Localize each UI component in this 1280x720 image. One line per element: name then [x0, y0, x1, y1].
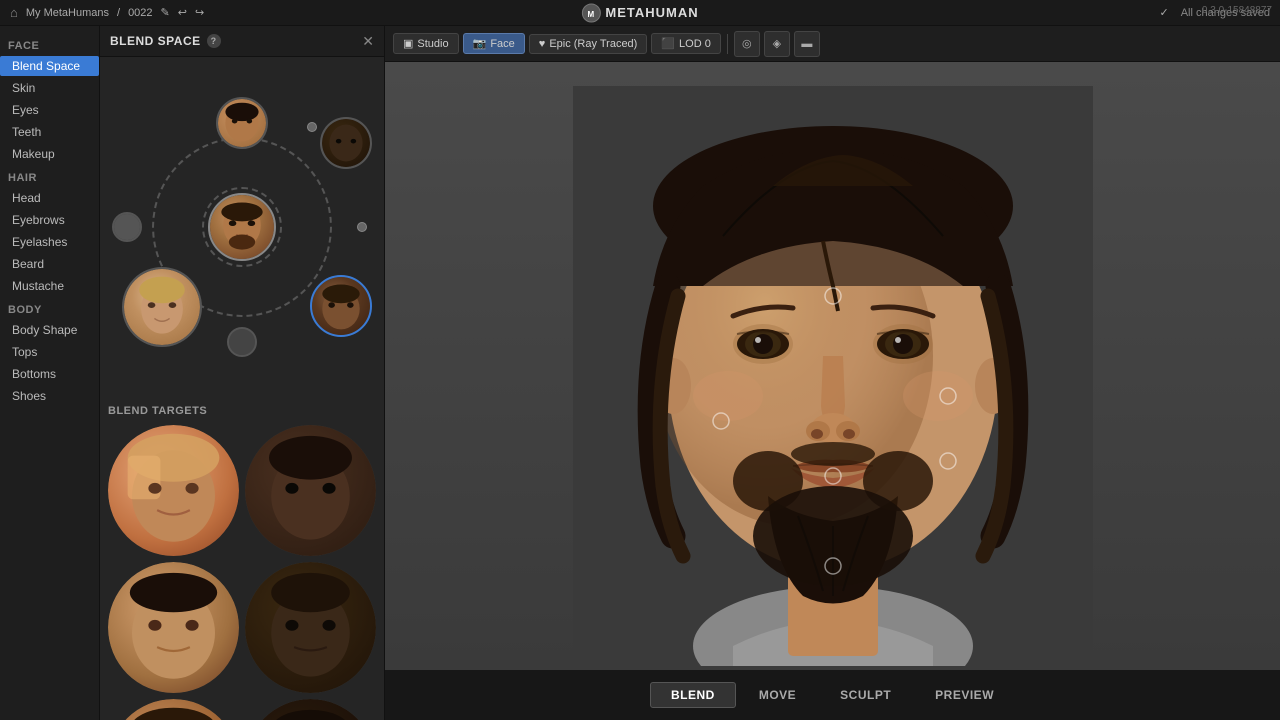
targets-grid: [108, 425, 376, 720]
project-name: My MetaHumans: [26, 7, 109, 19]
project-number: 0022: [128, 7, 152, 19]
nav-body-shape[interactable]: Body Shape: [0, 320, 99, 340]
face-section-label: FACE: [0, 34, 99, 54]
blend-avatar-bottom-left[interactable]: [122, 267, 202, 347]
target-face-6: [245, 699, 376, 720]
blend-space-area[interactable]: [100, 57, 384, 397]
viewport-toolbar: ▣ Studio 📷 Face ♥ Epic (Ray Traced) ⬛ LO…: [385, 26, 1280, 62]
left-sidebar: FACE Blend Space Skin Eyes Teeth Makeup …: [0, 26, 100, 720]
app-logo: M METAHUMAN: [581, 3, 698, 23]
nav-head[interactable]: Head: [0, 188, 99, 208]
hair-section-label: HAIR: [0, 166, 99, 186]
studio-label: Studio: [417, 38, 448, 50]
nav-tops[interactable]: Tops: [0, 342, 99, 362]
face-top: [218, 99, 266, 147]
top-bar-right: ✓ All changes saved 0.3.0-15848877: [1160, 6, 1271, 19]
lighting-btn-2[interactable]: ◈: [764, 31, 790, 57]
lod-button[interactable]: ⬛ LOD 0: [651, 33, 721, 54]
target-avatar-3[interactable]: [108, 562, 239, 693]
redo-icon[interactable]: ↪: [195, 6, 204, 19]
blend-avatar-left[interactable]: [112, 212, 142, 242]
target-avatar-2[interactable]: [245, 425, 376, 556]
nav-eyebrows[interactable]: Eyebrows: [0, 210, 99, 230]
nav-teeth[interactable]: Teeth: [0, 122, 99, 142]
app-name: METAHUMAN: [605, 5, 698, 20]
close-button[interactable]: ✕: [362, 34, 374, 48]
lighting-button[interactable]: ♥ Epic (Ray Traced): [529, 34, 648, 54]
blend-avatar-right-top[interactable]: [320, 117, 372, 169]
target-face-3: [108, 562, 239, 693]
nav-eyelashes[interactable]: Eyelashes: [0, 232, 99, 252]
home-icon[interactable]: ⌂: [10, 5, 18, 20]
panel-title: BLEND SPACE: [110, 34, 201, 48]
face-label: Face: [490, 38, 514, 50]
mode-toolbar: BLEND MOVE SCULPT PREVIEW: [385, 670, 1280, 720]
blend-targets-section: BLEND TARGETS: [100, 397, 384, 720]
main-layout: FACE Blend Space Skin Eyes Teeth Makeup …: [0, 26, 1280, 720]
blend-dot-top-right: [307, 122, 317, 132]
meta-logo-icon: M: [581, 3, 601, 23]
face-right-top: [322, 119, 370, 167]
nav-makeup[interactable]: Makeup: [0, 144, 99, 164]
face-bottom-left: [124, 269, 200, 345]
studio-button[interactable]: ▣ Studio: [393, 33, 459, 54]
target-face-5: [108, 699, 239, 720]
blend-panel: BLEND SPACE ? ✕: [100, 26, 385, 720]
target-avatar-4[interactable]: [245, 562, 376, 693]
separator: /: [117, 7, 120, 19]
top-bar-left: ⌂ My MetaHumans / 0022 ✎ ↩ ↪: [10, 5, 204, 20]
face-bottom-right: [312, 277, 370, 335]
blend-targets-label: BLEND TARGETS: [108, 405, 376, 417]
undo-icon[interactable]: ↩: [178, 6, 187, 19]
lod-label: LOD 0: [679, 38, 711, 50]
panel-title-row: BLEND SPACE ?: [110, 34, 221, 48]
character-face: [573, 86, 1093, 646]
version: 0.3.0-15848877: [1202, 5, 1272, 16]
heart-icon: ♥: [539, 38, 546, 50]
lighting-btn-1[interactable]: ◎: [734, 31, 760, 57]
blend-avatar-top[interactable]: [216, 97, 268, 149]
lighting-btn-3[interactable]: ▬: [794, 31, 820, 57]
blend-circle[interactable]: [122, 107, 362, 347]
target-avatar-6[interactable]: [245, 699, 376, 720]
nav-blend-space[interactable]: Blend Space: [0, 56, 99, 76]
lod-icon: ⬛: [661, 37, 675, 50]
nav-shoes[interactable]: Shoes: [0, 386, 99, 406]
blend-mode-button[interactable]: BLEND: [650, 682, 736, 708]
face-svg: [573, 86, 1093, 666]
target-face-4: [245, 562, 376, 693]
toolbar-sep-1: [727, 34, 728, 54]
nav-mustache[interactable]: Mustache: [0, 276, 99, 296]
target-avatar-5[interactable]: [108, 699, 239, 720]
sculpt-mode-button[interactable]: SCULPT: [819, 682, 912, 708]
viewport-3d[interactable]: [385, 62, 1280, 670]
nav-eyes[interactable]: Eyes: [0, 100, 99, 120]
camera-icon: 📷: [473, 37, 487, 50]
move-mode-button[interactable]: MOVE: [738, 682, 817, 708]
studio-icon: ▣: [403, 37, 413, 50]
blend-avatar-center[interactable]: [208, 193, 276, 261]
body-section-label: BODY: [0, 298, 99, 318]
face-button[interactable]: 📷 Face: [463, 33, 525, 54]
target-avatar-1[interactable]: [108, 425, 239, 556]
check-icon: ✓: [1160, 6, 1169, 19]
blend-dot-right: [357, 222, 367, 232]
blend-avatar-bottom-right[interactable]: [310, 275, 372, 337]
nav-bottoms[interactable]: Bottoms: [0, 364, 99, 384]
blend-avatar-bottom[interactable]: [227, 327, 257, 357]
nav-beard[interactable]: Beard: [0, 254, 99, 274]
edit-icon[interactable]: ✎: [161, 6, 170, 19]
preview-mode-button[interactable]: PREVIEW: [914, 682, 1015, 708]
face-asian: [210, 195, 274, 259]
top-bar: ⌂ My MetaHumans / 0022 ✎ ↩ ↪ M METAHUMAN…: [0, 0, 1280, 26]
target-face-1: [108, 425, 239, 556]
panel-header: BLEND SPACE ? ✕: [100, 26, 384, 57]
svg-text:M: M: [588, 10, 596, 19]
target-face-2: [245, 425, 376, 556]
viewport[interactable]: ▣ Studio 📷 Face ♥ Epic (Ray Traced) ⬛ LO…: [385, 26, 1280, 720]
lighting-label: Epic (Ray Traced): [549, 38, 637, 50]
nav-skin[interactable]: Skin: [0, 78, 99, 98]
help-icon[interactable]: ?: [207, 34, 221, 48]
